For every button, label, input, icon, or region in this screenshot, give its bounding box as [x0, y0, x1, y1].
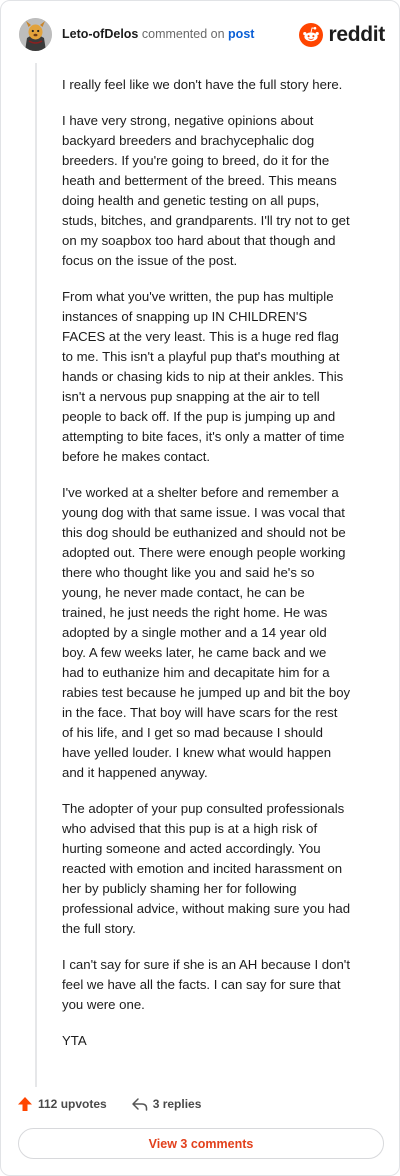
comment-meta: Leto-ofDelos commented on post	[62, 27, 254, 41]
username[interactable]: Leto-ofDelos	[62, 27, 138, 41]
post-link[interactable]: post	[228, 27, 254, 41]
thread-line[interactable]	[35, 63, 37, 1087]
comment-paragraph: From what you've written, the pup has mu…	[62, 289, 345, 464]
dog-avatar-icon[interactable]	[19, 18, 52, 51]
reply-button[interactable]: 3 replies	[131, 1096, 202, 1112]
reddit-snoo-icon	[299, 23, 324, 47]
reddit-wordmark: reddit	[328, 23, 385, 46]
upvote-count: 112 upvotes	[38, 1097, 107, 1111]
comment-paragraph: I can't say for sure if she is an AH bec…	[62, 957, 350, 1012]
comment-actions: 112 upvotes 3 replies	[17, 1093, 225, 1115]
upvote-button[interactable]: 112 upvotes	[17, 1096, 107, 1112]
view-comments-button[interactable]: View 3 comments	[18, 1128, 384, 1159]
reply-arrow-icon	[131, 1098, 147, 1111]
reddit-logo[interactable]: reddit	[299, 21, 385, 49]
comment-card: Leto-ofDelos commented on post reddit I …	[0, 0, 400, 1176]
upvote-arrow-icon	[18, 1097, 32, 1111]
comment-paragraph: I really feel like we don't have the ful…	[62, 77, 343, 92]
comment-paragraph: YTA	[62, 1033, 87, 1048]
comment-paragraph: I've worked at a shelter before and reme…	[62, 485, 351, 780]
comment-body: I really feel like we don't have the ful…	[62, 75, 352, 1067]
reply-count: 3 replies	[152, 1097, 202, 1111]
comment-paragraph: I have very strong, negative opinions ab…	[62, 113, 350, 268]
comment-paragraph: The adopter of your pup consulted profes…	[62, 801, 351, 936]
meta-verb: commented on	[141, 27, 225, 41]
comment-header: Leto-ofDelos commented on post reddit	[19, 15, 385, 55]
